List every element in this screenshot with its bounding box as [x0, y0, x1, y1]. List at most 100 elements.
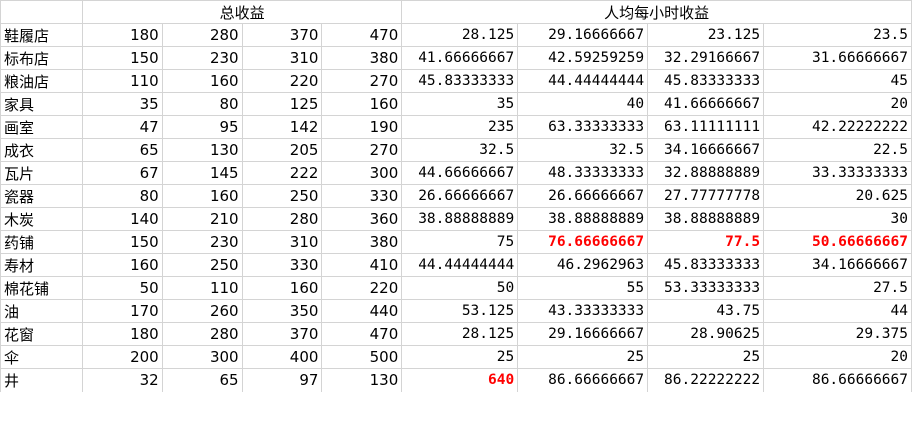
cell-total-income[interactable]: 145	[161, 161, 243, 185]
cell-total-income[interactable]: 230	[161, 46, 243, 70]
cell-hourly-income[interactable]: 76.66666667	[517, 230, 649, 254]
cell-total-income[interactable]: 330	[321, 184, 403, 208]
cell-hourly-income[interactable]: 44.66666667	[401, 161, 519, 185]
cell-shop-name[interactable]: 成衣	[0, 138, 83, 162]
cell-total-income[interactable]: 220	[241, 69, 323, 93]
cell-total-income[interactable]: 470	[321, 23, 403, 47]
cell-hourly-income[interactable]: 53.125	[401, 299, 519, 323]
cell-hourly-income[interactable]: 50	[401, 276, 519, 300]
cell-hourly-income[interactable]: 42.59259259	[517, 46, 649, 70]
cell-hourly-income[interactable]: 38.88888889	[647, 207, 765, 231]
cell-total-income[interactable]: 270	[321, 69, 403, 93]
cell-total-income[interactable]: 150	[81, 46, 163, 70]
cell-shop-name[interactable]: 伞	[0, 345, 83, 369]
cell-total-income[interactable]: 65	[81, 138, 163, 162]
cell-total-income[interactable]: 160	[321, 92, 403, 116]
cell-shop-name[interactable]: 鞋履店	[0, 23, 83, 47]
cell-hourly-income[interactable]: 32.5	[401, 138, 519, 162]
cell-hourly-income[interactable]: 32.29166667	[647, 46, 765, 70]
cell-hourly-income[interactable]: 38.88888889	[517, 207, 649, 231]
cell-total-income[interactable]: 80	[161, 92, 243, 116]
cell-shop-name[interactable]: 井	[0, 368, 83, 392]
cell-hourly-income[interactable]: 31.66666667	[763, 46, 912, 70]
cell-hourly-income[interactable]: 235	[401, 115, 519, 139]
cell-hourly-income[interactable]: 45.83333333	[401, 69, 519, 93]
cell-total-income[interactable]: 280	[241, 207, 323, 231]
cell-hourly-income[interactable]: 86.66666667	[763, 368, 912, 392]
cell-hourly-income[interactable]: 63.33333333	[517, 115, 649, 139]
cell-total-income[interactable]: 360	[321, 207, 403, 231]
cell-hourly-income[interactable]: 25	[401, 345, 519, 369]
cell-shop-name[interactable]: 瓷器	[0, 184, 83, 208]
cell-hourly-income[interactable]: 20	[763, 92, 912, 116]
cell-total-income[interactable]: 50	[81, 276, 163, 300]
cell-hourly-income[interactable]: 43.33333333	[517, 299, 649, 323]
cell-total-income[interactable]: 125	[241, 92, 323, 116]
cell-hourly-income[interactable]: 41.66666667	[401, 46, 519, 70]
cell-hourly-income[interactable]: 40	[517, 92, 649, 116]
cell-total-income[interactable]: 280	[161, 322, 243, 346]
cell-hourly-income[interactable]: 26.66666667	[401, 184, 519, 208]
cell-hourly-income[interactable]: 28.125	[401, 322, 519, 346]
cell-total-income[interactable]: 250	[161, 253, 243, 277]
cell-shop-name[interactable]: 油	[0, 299, 83, 323]
cell-total-income[interactable]: 220	[321, 276, 403, 300]
cell-hourly-income[interactable]: 23.125	[647, 23, 765, 47]
cell-total-income[interactable]: 370	[241, 322, 323, 346]
cell-hourly-income[interactable]: 55	[517, 276, 649, 300]
cell-total-income[interactable]: 330	[241, 253, 323, 277]
cell-total-income[interactable]: 440	[321, 299, 403, 323]
cell-total-income[interactable]: 140	[81, 207, 163, 231]
cell-hourly-income[interactable]: 22.5	[763, 138, 912, 162]
cell-total-income[interactable]: 170	[81, 299, 163, 323]
cell-hourly-income[interactable]: 29.375	[763, 322, 912, 346]
cell-total-income[interactable]: 470	[321, 322, 403, 346]
cell-hourly-income[interactable]: 35	[401, 92, 519, 116]
cell-hourly-income[interactable]: 33.33333333	[763, 161, 912, 185]
cell-hourly-income[interactable]: 45.83333333	[647, 253, 765, 277]
cell-total-income[interactable]: 160	[161, 69, 243, 93]
cell-header-blank[interactable]	[0, 0, 83, 24]
cell-hourly-income[interactable]: 30	[763, 207, 912, 231]
cell-shop-name[interactable]: 寿材	[0, 253, 83, 277]
cell-hourly-income[interactable]: 29.16666667	[517, 322, 649, 346]
cell-total-income[interactable]: 300	[321, 161, 403, 185]
cell-shop-name[interactable]: 药铺	[0, 230, 83, 254]
cell-hourly-income[interactable]: 50.66666667	[763, 230, 912, 254]
cell-shop-name[interactable]: 画室	[0, 115, 83, 139]
cell-hourly-income[interactable]: 48.33333333	[517, 161, 649, 185]
cell-total-income[interactable]: 80	[81, 184, 163, 208]
cell-header-total-income[interactable]: 总收益	[81, 0, 403, 24]
cell-total-income[interactable]: 205	[241, 138, 323, 162]
cell-shop-name[interactable]: 木炭	[0, 207, 83, 231]
cell-total-income[interactable]: 180	[81, 322, 163, 346]
cell-total-income[interactable]: 160	[241, 276, 323, 300]
cell-total-income[interactable]: 160	[81, 253, 163, 277]
cell-total-income[interactable]: 110	[161, 276, 243, 300]
cell-hourly-income[interactable]: 86.66666667	[517, 368, 649, 392]
cell-header-hourly-income[interactable]: 人均每小时收益	[401, 0, 912, 24]
cell-total-income[interactable]: 400	[241, 345, 323, 369]
cell-hourly-income[interactable]: 86.22222222	[647, 368, 765, 392]
cell-hourly-income[interactable]: 23.5	[763, 23, 912, 47]
cell-total-income[interactable]: 32	[81, 368, 163, 392]
cell-shop-name[interactable]: 标布店	[0, 46, 83, 70]
cell-hourly-income[interactable]: 25	[517, 345, 649, 369]
cell-hourly-income[interactable]: 26.66666667	[517, 184, 649, 208]
cell-total-income[interactable]: 97	[241, 368, 323, 392]
cell-total-income[interactable]: 380	[321, 46, 403, 70]
cell-hourly-income[interactable]: 28.125	[401, 23, 519, 47]
cell-hourly-income[interactable]: 20	[763, 345, 912, 369]
cell-hourly-income[interactable]: 43.75	[647, 299, 765, 323]
cell-shop-name[interactable]: 花窗	[0, 322, 83, 346]
cell-hourly-income[interactable]: 32.88888889	[647, 161, 765, 185]
cell-total-income[interactable]: 200	[81, 345, 163, 369]
cell-total-income[interactable]: 500	[321, 345, 403, 369]
cell-hourly-income[interactable]: 75	[401, 230, 519, 254]
cell-hourly-income[interactable]: 640	[401, 368, 519, 392]
cell-hourly-income[interactable]: 29.16666667	[517, 23, 649, 47]
cell-shop-name[interactable]: 棉花铺	[0, 276, 83, 300]
cell-hourly-income[interactable]: 20.625	[763, 184, 912, 208]
cell-total-income[interactable]: 410	[321, 253, 403, 277]
cell-total-income[interactable]: 110	[81, 69, 163, 93]
